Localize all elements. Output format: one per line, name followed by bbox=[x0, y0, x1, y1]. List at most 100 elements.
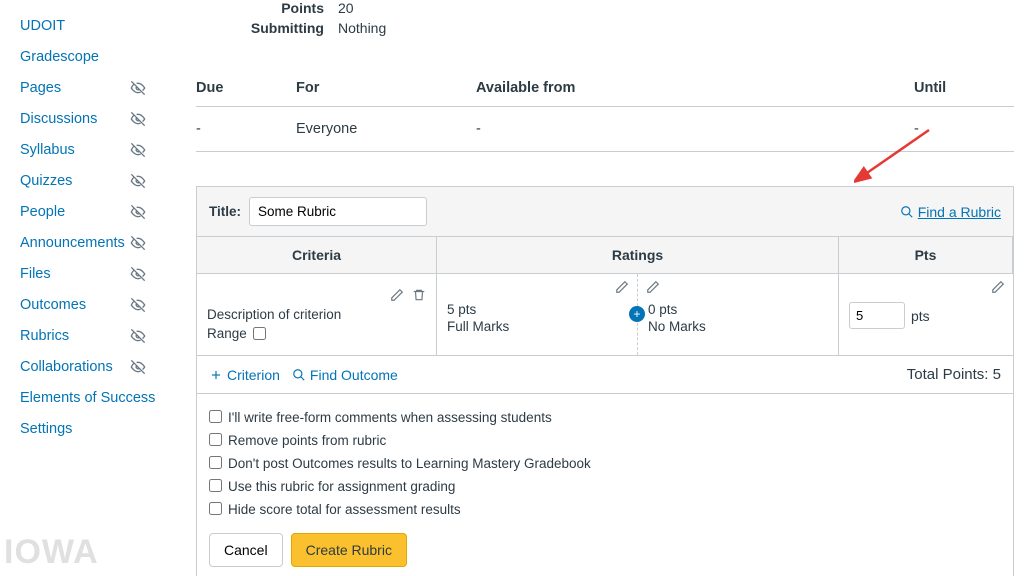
pencil-icon[interactable] bbox=[390, 288, 404, 302]
nav-item-files[interactable]: Files bbox=[20, 258, 186, 289]
add-criterion-link[interactable]: Criterion bbox=[209, 367, 280, 383]
nav-item-syllabus[interactable]: Syllabus bbox=[20, 134, 186, 165]
hidden-icon bbox=[130, 173, 146, 189]
availability-table: Due For Available from Until - Everyone … bbox=[196, 70, 1014, 152]
meta-label: Submitting bbox=[196, 20, 338, 36]
rating-pts: 0 pts bbox=[648, 302, 828, 317]
nav-link[interactable]: Gradescope bbox=[20, 49, 99, 65]
nav-link[interactable]: Pages bbox=[20, 80, 61, 96]
option-no-post-outcomes: Don't post Outcomes results to Learning … bbox=[209, 452, 1001, 475]
find-outcome-link[interactable]: Find Outcome bbox=[292, 367, 398, 383]
cell-due: - bbox=[196, 107, 296, 152]
nav-link[interactable]: Elements of Success bbox=[20, 390, 155, 406]
hidden-icon bbox=[130, 328, 146, 344]
rubric-header: Title: Find a Rubric bbox=[197, 187, 1013, 237]
rubric-actions: Criterion Find Outcome Total Points: 5 bbox=[197, 356, 1013, 394]
nav-item-announcements[interactable]: Announcements bbox=[20, 227, 186, 258]
ratings-cell: 5 pts Full Marks + 0 pts No Marks bbox=[437, 274, 839, 356]
header-ratings: Ratings bbox=[437, 237, 839, 274]
nav-item-gradescope[interactable]: Gradescope bbox=[20, 41, 186, 72]
course-nav-sidebar: UDOIT Gradescope Pages Discussions Sylla… bbox=[0, 0, 186, 576]
nav-item-collaborations[interactable]: Collaborations bbox=[20, 351, 186, 382]
create-rubric-button[interactable]: Create Rubric bbox=[291, 533, 407, 567]
total-points: Total Points: 5 bbox=[907, 366, 1001, 383]
hidden-icon bbox=[130, 235, 146, 251]
option-freeform: I'll write free-form comments when asses… bbox=[209, 406, 1001, 429]
meta-value: 20 bbox=[338, 0, 354, 16]
pencil-icon[interactable] bbox=[615, 280, 629, 297]
nav-link[interactable]: People bbox=[20, 204, 65, 220]
cell-from: - bbox=[476, 107, 914, 152]
checkbox[interactable] bbox=[209, 456, 222, 469]
cancel-button[interactable]: Cancel bbox=[209, 533, 283, 567]
cell-until: - bbox=[914, 107, 1014, 152]
pencil-icon[interactable] bbox=[991, 280, 1005, 297]
hidden-icon bbox=[130, 142, 146, 158]
rating-label: No Marks bbox=[648, 319, 828, 334]
meta-submitting: Submitting Nothing bbox=[196, 20, 1014, 40]
option-hide-total: Hide score total for assessment results bbox=[209, 498, 1001, 521]
trash-icon[interactable] bbox=[412, 288, 426, 302]
nav-link[interactable]: Settings bbox=[20, 421, 72, 437]
col-due: Due bbox=[196, 70, 296, 107]
criterion-description: Description of criterion bbox=[207, 307, 426, 322]
nav-item-pages[interactable]: Pages bbox=[20, 72, 186, 103]
nav-item-rubrics[interactable]: Rubrics bbox=[20, 320, 186, 351]
rating-label: Full Marks bbox=[447, 319, 627, 334]
rubric-buttons: Cancel Create Rubric bbox=[197, 525, 1013, 576]
search-icon bbox=[900, 205, 914, 219]
checkbox[interactable] bbox=[209, 479, 222, 492]
option-remove-points: Remove points from rubric bbox=[209, 429, 1001, 452]
table-row: - Everyone - - bbox=[196, 107, 1014, 152]
header-pts: Pts bbox=[839, 237, 1013, 274]
nav-item-elements[interactable]: Elements of Success bbox=[20, 382, 186, 413]
nav-link[interactable]: Quizzes bbox=[20, 173, 72, 189]
nav-item-discussions[interactable]: Discussions bbox=[20, 103, 186, 134]
col-from: Available from bbox=[476, 70, 914, 107]
hidden-icon bbox=[130, 297, 146, 313]
col-for: For bbox=[296, 70, 476, 107]
checkbox[interactable] bbox=[209, 410, 222, 423]
pencil-icon[interactable] bbox=[646, 280, 660, 297]
nav-link[interactable]: Collaborations bbox=[20, 359, 113, 375]
nav-item-settings[interactable]: Settings bbox=[20, 413, 186, 444]
nav-link[interactable]: Rubrics bbox=[20, 328, 69, 344]
nav-link[interactable]: Discussions bbox=[20, 111, 97, 127]
hidden-icon bbox=[130, 111, 146, 127]
rubric-title-input[interactable] bbox=[249, 197, 427, 226]
nav-link[interactable]: Outcomes bbox=[20, 297, 86, 313]
points-unit: pts bbox=[911, 308, 930, 324]
rating-pts: 5 pts bbox=[447, 302, 627, 317]
rubric-editor: Title: Find a Rubric Criteria Ratings Pt… bbox=[196, 186, 1014, 576]
title-label: Title: bbox=[209, 204, 241, 219]
range-checkbox[interactable] bbox=[253, 327, 266, 340]
meta-value: Nothing bbox=[338, 20, 386, 36]
find-rubric-label: Find a Rubric bbox=[918, 204, 1001, 220]
add-rating-icon[interactable]: + bbox=[629, 306, 645, 322]
nav-item-people[interactable]: People bbox=[20, 196, 186, 227]
iowa-logo: IOWA bbox=[4, 533, 99, 572]
meta-points: Points 20 bbox=[196, 0, 1014, 20]
nav-link[interactable]: Files bbox=[20, 266, 51, 282]
nav-item-outcomes[interactable]: Outcomes bbox=[20, 289, 186, 320]
nav-link[interactable]: Syllabus bbox=[20, 142, 75, 158]
checkbox[interactable] bbox=[209, 502, 222, 515]
option-use-for-grading: Use this rubric for assignment grading bbox=[209, 475, 1001, 498]
checkbox[interactable] bbox=[209, 433, 222, 446]
hidden-icon bbox=[130, 266, 146, 282]
rubric-options: I'll write free-form comments when asses… bbox=[197, 394, 1013, 525]
nav-item-quizzes[interactable]: Quizzes bbox=[20, 165, 186, 196]
points-input[interactable] bbox=[849, 302, 905, 329]
header-criteria: Criteria bbox=[197, 237, 437, 274]
rating-full-marks: 5 pts Full Marks bbox=[437, 274, 637, 355]
plus-icon bbox=[209, 368, 223, 382]
search-icon bbox=[292, 368, 306, 382]
hidden-icon bbox=[130, 80, 146, 96]
nav-item-udoit[interactable]: UDOIT bbox=[20, 10, 186, 41]
hidden-icon bbox=[130, 204, 146, 220]
nav-link[interactable]: Announcements bbox=[20, 235, 125, 251]
rating-no-marks: + 0 pts No Marks bbox=[637, 274, 838, 355]
find-rubric-link[interactable]: Find a Rubric bbox=[900, 204, 1001, 220]
rubric-grid: Criteria Ratings Pts Description of crit… bbox=[197, 237, 1013, 356]
nav-link[interactable]: UDOIT bbox=[20, 18, 65, 34]
